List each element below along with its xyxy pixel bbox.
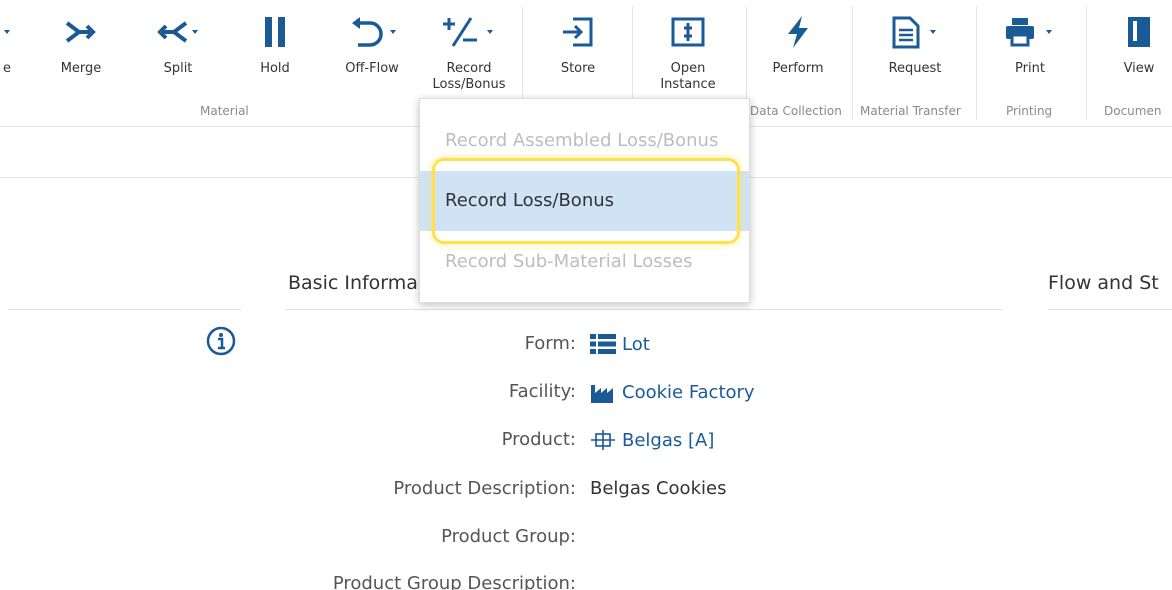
menu-item-record-assembled-loss-bonus[interactable]: Record Assembled Loss/Bonus [420, 111, 749, 171]
form-value[interactable]: Lot [622, 334, 650, 355]
menu-item-record-sub-material-losses[interactable]: Record Sub-Material Losses [420, 232, 749, 292]
group-label-documents: Documen [1104, 104, 1162, 118]
product-description-value: Belgas Cookies [590, 478, 727, 499]
undo-icon [346, 12, 398, 52]
group-label-data-collection: Data Collection [750, 104, 842, 118]
field-label: Product Group: [441, 526, 576, 547]
ribbon-separator [852, 6, 853, 120]
lightning-icon [784, 12, 812, 52]
group-label-material-transfer: Material Transfer [860, 104, 961, 118]
page: e Merge Split Hold Off-Flow Record Loss/… [0, 0, 1172, 590]
section-title-flow: Flow and St [1048, 272, 1159, 294]
product-icon [591, 430, 615, 450]
list-icon [590, 334, 616, 354]
book-icon [1124, 12, 1154, 52]
field-row-product-group: Product Group: [300, 526, 1000, 550]
section-title-basic-information: Basic Informa [288, 272, 418, 294]
caret-icon [4, 12, 10, 52]
product-description-value-wrap: Belgas Cookies [590, 478, 726, 499]
field-label: Facility: [508, 381, 576, 402]
record-loss-bonus-menu: Record Assembled Loss/Bonus Record Loss/… [419, 98, 750, 303]
pause-icon [262, 12, 288, 52]
group-label-material: Material [200, 104, 249, 118]
field-row-facility: Facility: Cookie Factory [300, 381, 1000, 405]
plus-minus-icon [441, 12, 497, 52]
info-icon[interactable] [206, 326, 236, 356]
document-icon [888, 12, 942, 52]
divider [8, 309, 241, 310]
field-row-form: Form: Lot [300, 333, 1000, 357]
divider [1048, 309, 1172, 310]
facility-value-link[interactable]: Cookie Factory [590, 381, 755, 403]
store-icon [561, 12, 595, 52]
merge-icon [63, 12, 99, 52]
ribbon-separator [1086, 6, 1087, 120]
product-value[interactable]: Belgas [A] [622, 430, 714, 451]
facility-value[interactable]: Cookie Factory [622, 382, 755, 403]
field-label: Form: [524, 333, 576, 354]
field-row-product-description: Product Description: Belgas Cookies [300, 478, 1000, 502]
form-value-link[interactable]: Lot [590, 333, 650, 355]
field-label: Product: [501, 429, 576, 450]
divider [286, 309, 1002, 310]
field-row-product: Product: Belgas [A] [300, 429, 1000, 453]
menu-item-record-loss-bonus[interactable]: Record Loss/Bonus [420, 171, 749, 231]
ribbon-separator [976, 6, 977, 120]
printer-icon [1002, 12, 1058, 52]
instance-icon [671, 12, 705, 52]
field-row-product-group-description: Product Group Description: [300, 573, 1000, 590]
group-label-printing: Printing [1006, 104, 1053, 118]
field-label: Product Group Description: [332, 573, 576, 590]
split-icon [156, 12, 200, 52]
product-value-link[interactable]: Belgas [A] [590, 429, 714, 451]
factory-icon [591, 385, 613, 403]
field-label: Product Description: [393, 478, 576, 499]
